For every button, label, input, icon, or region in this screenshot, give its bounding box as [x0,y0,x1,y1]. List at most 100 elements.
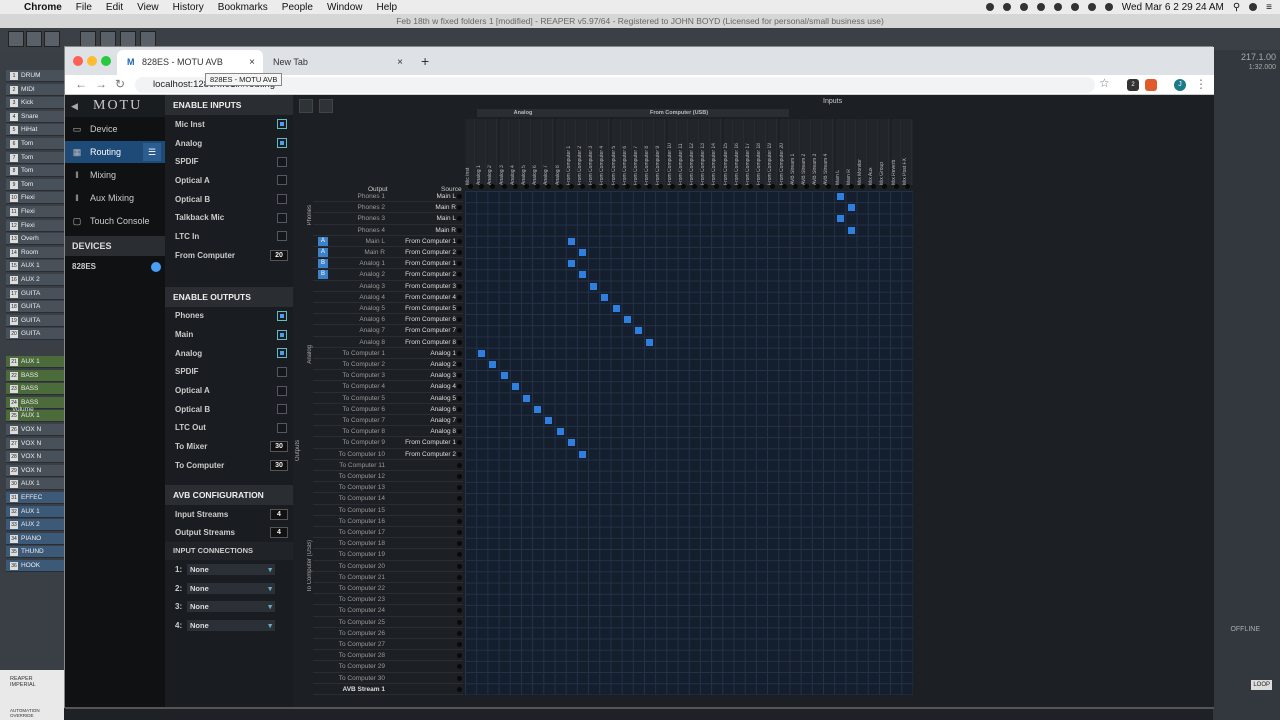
reaper-track[interactable]: 13 Overh [6,233,64,246]
reaper-track[interactable]: 12 Flexi [6,219,64,232]
reaper-track[interactable]: 8 Tom [6,165,64,178]
row-source-select[interactable] [388,617,456,628]
menu-file[interactable]: File [76,2,92,13]
new-tab-button[interactable]: + [421,53,429,69]
reaper-track[interactable]: 34 PIANO [6,532,64,545]
row-source-select[interactable]: Main R [388,202,456,213]
stereo-pair-tag[interactable]: A [318,236,328,246]
connection-select[interactable]: None ▾ [187,619,275,631]
row-source-select[interactable] [388,650,456,661]
group-analog[interactable]: Analog [477,109,569,117]
row-source-select[interactable]: From Computer 4 [388,292,456,303]
close-window-button[interactable] [73,56,83,66]
routing-cell[interactable] [567,260,575,268]
reaper-track[interactable]: 35 THUND [6,546,64,559]
column-header[interactable]: From Computer 5 [610,119,621,185]
row-source-select[interactable]: Analog 3 [388,370,456,381]
row-source-select[interactable] [388,684,456,695]
reaper-track[interactable]: 27 VOX N [6,437,64,450]
volume-icon[interactable] [1070,3,1079,11]
row-source-select[interactable]: From Computer 1 [388,236,456,247]
routing-cell[interactable] [556,428,564,436]
menu-window[interactable]: Window [327,2,363,13]
routing-cell[interactable] [567,439,575,447]
row-source-select[interactable]: From Computer 1 [388,437,456,448]
column-header[interactable]: AVB Stream 2 [801,119,812,185]
menu-app-chrome[interactable]: Chrome [24,2,62,13]
input-checkbox[interactable] [277,194,287,205]
row-source-select[interactable]: Analog 4 [388,381,456,392]
routing-cell[interactable] [612,305,620,312]
from-computer-field[interactable]: 20 [270,249,288,261]
input-checkbox[interactable] [277,175,287,186]
close-tab-icon[interactable]: × [397,50,403,75]
row-source-select[interactable]: Analog 1 [388,348,456,359]
routing-cell[interactable] [847,204,855,212]
row-source-select[interactable] [388,460,456,471]
routing-cell[interactable] [567,237,575,245]
column-header[interactable]: AVB Stream 4 [823,119,834,185]
menu-people[interactable]: People [282,2,313,13]
routing-cell[interactable] [590,282,598,290]
to-mixer-field[interactable]: 30 [270,441,288,453]
column-header[interactable]: Mix Monitor [857,119,868,185]
stereo-pair-tag[interactable]: B [318,270,328,280]
output-checkbox[interactable] [277,329,287,340]
reaper-track[interactable]: 3 Kick [6,97,64,110]
row-source-select[interactable] [388,583,456,594]
output-checkbox[interactable] [277,422,287,433]
reaper-track[interactable]: 31 EFFEC [6,492,64,504]
row-source-select[interactable]: Main L [388,213,456,224]
column-header[interactable]: From Computer 3 [588,119,599,185]
row-source-select[interactable]: Analog 2 [388,359,456,370]
tab-new[interactable]: New Tab × [263,50,411,75]
routing-cell[interactable] [511,383,519,391]
reaper-track[interactable]: 10 Flexi [6,192,64,205]
reaper-track[interactable]: 16 AUX 2 [6,274,64,286]
reaper-track[interactable]: 9 Tom [6,178,64,191]
copy-icon[interactable] [299,99,313,113]
extension-icon[interactable]: 2 [1127,79,1139,91]
routing-cell[interactable] [601,293,609,301]
connection-select[interactable]: None ▾ [187,563,275,575]
row-source-select[interactable] [388,661,456,672]
routing-cell[interactable] [836,193,844,200]
tab-motu[interactable]: M 828ES - MOTU AVB × [117,50,263,75]
input-streams-field[interactable]: 4 [270,508,288,520]
menu-history[interactable]: History [173,2,204,13]
row-source-select[interactable] [388,482,456,493]
connection-select[interactable]: None ▾ [187,582,275,594]
reaper-toolbar-button[interactable] [44,31,60,47]
user-icon[interactable] [1249,3,1258,11]
column-header[interactable]: From Computer 1 [565,119,577,185]
column-header[interactable]: Mix Reverb [890,119,901,185]
row-source-select[interactable] [388,673,456,684]
column-header[interactable]: From Computer 17 [745,119,756,185]
column-header[interactable]: Analog 1 [476,119,487,185]
collapse-icon[interactable]: ◀ [71,95,80,117]
row-source-select[interactable] [388,527,456,538]
reaper-track[interactable]: 21 AUX 1 [6,356,64,368]
column-header[interactable]: From Computer 8 [644,119,655,185]
column-header[interactable]: From Computer 10 [666,119,677,185]
row-source-select[interactable]: Analog 8 [388,426,456,437]
row-source-select[interactable]: From Computer 7 [388,325,456,336]
column-header[interactable]: From Computer 13 [700,119,711,185]
column-header[interactable]: Mic Inst [465,119,476,185]
zoom-window-button[interactable] [101,56,111,66]
routing-cell[interactable] [534,405,542,413]
column-header[interactable]: From Computer 19 [767,119,778,185]
column-header[interactable]: Analog 8 [554,119,565,185]
column-header[interactable]: AVB Stream 3 [812,119,823,185]
row-source-select[interactable] [388,572,456,583]
status-icon[interactable] [1036,3,1045,11]
loop-button[interactable]: LOOP [1251,680,1272,690]
column-header[interactable]: Analog 4 [509,119,521,185]
lock-icon[interactable] [319,99,333,113]
status-icon[interactable] [1019,3,1028,11]
column-header[interactable]: From Computer 15 [722,119,733,185]
column-header[interactable]: From Computer 9 [655,119,666,185]
status-icon[interactable] [1002,3,1011,11]
menu-list-icon[interactable]: ≡ [1266,2,1272,13]
column-header[interactable]: Analog 5 [521,119,532,185]
